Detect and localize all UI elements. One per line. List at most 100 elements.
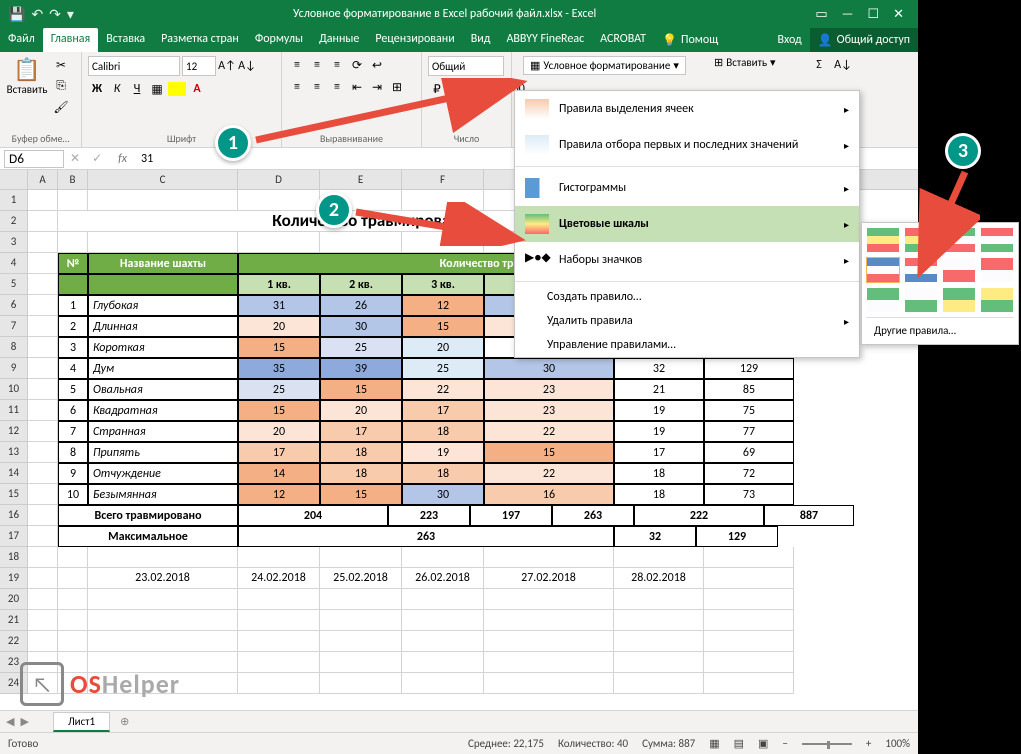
cell[interactable]: 39: [320, 358, 402, 379]
cell[interactable]: [28, 547, 58, 568]
font-size-select[interactable]: [182, 56, 216, 76]
align-mid-icon[interactable]: ≡: [308, 56, 326, 74]
cell[interactable]: [614, 610, 704, 631]
cell[interactable]: 25: [402, 358, 484, 379]
tab-insert[interactable]: Вставка: [98, 28, 153, 52]
cell[interactable]: 32: [614, 358, 704, 379]
zoom-in-icon[interactable]: +: [866, 737, 871, 750]
cell[interactable]: 26.02.2018: [402, 568, 484, 589]
cell[interactable]: 9: [58, 463, 88, 484]
cell[interactable]: 18: [402, 421, 484, 442]
cell[interactable]: 21: [614, 379, 704, 400]
enter-icon[interactable]: ✓: [86, 151, 108, 166]
cell[interactable]: [28, 190, 58, 211]
cell[interactable]: 20: [238, 316, 320, 337]
row-header[interactable]: 14: [0, 463, 28, 484]
cell[interactable]: 18: [320, 463, 402, 484]
cell[interactable]: 197: [470, 505, 552, 526]
cell[interactable]: 75: [704, 400, 794, 421]
cell[interactable]: 18: [402, 463, 484, 484]
zoom-level[interactable]: 100%: [885, 737, 910, 750]
prev-sheet-icon[interactable]: ◀: [0, 715, 20, 728]
cell[interactable]: 18: [614, 463, 704, 484]
cell[interactable]: 73: [704, 484, 794, 505]
cell[interactable]: Квадратная: [88, 400, 238, 421]
cell[interactable]: [58, 547, 88, 568]
cell[interactable]: [58, 274, 88, 295]
cell[interactable]: 22: [402, 379, 484, 400]
maximize-icon[interactable]: ☐: [867, 7, 879, 22]
cell[interactable]: 25.02.2018: [320, 568, 402, 589]
row-header[interactable]: 16: [0, 505, 28, 526]
cell[interactable]: 15: [320, 484, 402, 505]
view-layout-icon[interactable]: ▤: [734, 737, 744, 750]
cell[interactable]: Длинная: [88, 316, 238, 337]
row-header[interactable]: 5: [0, 274, 28, 295]
align-bot-icon[interactable]: ≡: [328, 56, 346, 74]
col-header[interactable]: A: [28, 170, 58, 189]
cell[interactable]: Максимальное: [58, 526, 238, 547]
font-name-select[interactable]: [88, 56, 180, 76]
cell[interactable]: 17: [614, 442, 704, 463]
bold-icon[interactable]: Ж: [88, 80, 106, 98]
cell[interactable]: 18: [320, 442, 402, 463]
underline-icon[interactable]: Ч: [128, 80, 146, 98]
cell[interactable]: [28, 442, 58, 463]
cell[interactable]: 17: [402, 400, 484, 421]
cell[interactable]: [58, 190, 88, 211]
cell[interactable]: [704, 547, 794, 568]
cell[interactable]: [28, 274, 58, 295]
cell[interactable]: 31: [238, 295, 320, 316]
cell[interactable]: 19: [614, 421, 704, 442]
cell[interactable]: Всего травмировано: [58, 505, 238, 526]
italic-icon[interactable]: К: [108, 80, 126, 98]
menu-highlight-rules[interactable]: Правила выделения ячеек▸: [515, 91, 859, 127]
cell[interactable]: 7: [58, 421, 88, 442]
cell[interactable]: 23: [484, 379, 614, 400]
cell[interactable]: [28, 316, 58, 337]
name-box[interactable]: [4, 150, 64, 168]
cell[interactable]: [58, 631, 88, 652]
cell[interactable]: [704, 589, 794, 610]
cell[interactable]: 23.02.2018: [88, 568, 238, 589]
row-header[interactable]: 1: [0, 190, 28, 211]
cell[interactable]: 22: [484, 421, 614, 442]
cell[interactable]: 222: [634, 505, 764, 526]
cell[interactable]: [320, 652, 402, 673]
cell[interactable]: [28, 232, 58, 253]
cell[interactable]: [28, 484, 58, 505]
color-scale-preset[interactable]: [942, 287, 976, 313]
cell[interactable]: 32: [614, 526, 696, 547]
cell[interactable]: 15: [238, 337, 320, 358]
cell[interactable]: 15: [484, 442, 614, 463]
tab-abbyy[interactable]: ABBYY FineReac: [498, 28, 592, 52]
tab-data[interactable]: Данные: [311, 28, 367, 52]
cell[interactable]: [402, 673, 484, 694]
cell[interactable]: 35: [238, 358, 320, 379]
cell[interactable]: 129: [704, 358, 794, 379]
cell[interactable]: [28, 421, 58, 442]
cell[interactable]: [238, 673, 320, 694]
cell[interactable]: [402, 610, 484, 631]
cell[interactable]: [320, 589, 402, 610]
qat-more-icon[interactable]: ▾: [67, 6, 74, 23]
cell[interactable]: 72: [704, 463, 794, 484]
cell[interactable]: [704, 631, 794, 652]
cell[interactable]: [28, 400, 58, 421]
cell[interactable]: 12: [402, 295, 484, 316]
cell[interactable]: [88, 274, 238, 295]
cell[interactable]: [238, 610, 320, 631]
cell[interactable]: 20: [402, 337, 484, 358]
cell[interactable]: [402, 547, 484, 568]
view-normal-icon[interactable]: ▦: [709, 737, 719, 750]
sort-icon[interactable]: A↓: [834, 56, 852, 74]
row-header[interactable]: 11: [0, 400, 28, 421]
cell[interactable]: Дум: [88, 358, 238, 379]
conditional-formatting-button[interactable]: ▦ Условное форматирование ▾: [523, 56, 686, 75]
cell[interactable]: 19: [402, 442, 484, 463]
cell[interactable]: 30: [320, 316, 402, 337]
cell[interactable]: [238, 631, 320, 652]
cell[interactable]: 4: [58, 358, 88, 379]
color-scale-preset[interactable]: [980, 227, 1014, 253]
cell[interactable]: 28.02.2018: [614, 568, 704, 589]
